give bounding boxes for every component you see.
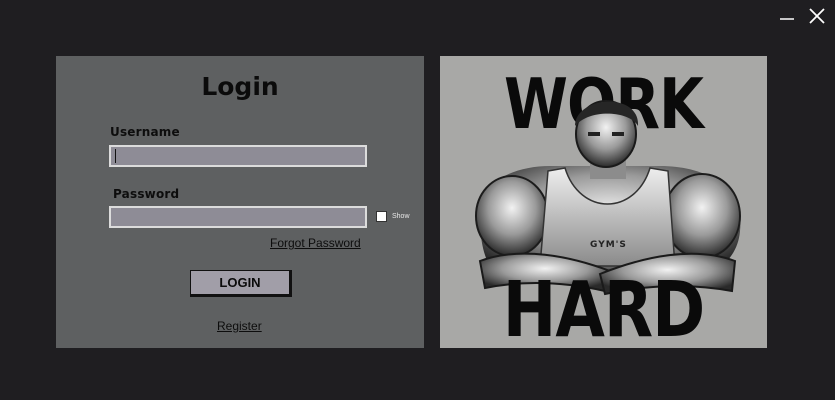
minimize-button[interactable]	[777, 6, 797, 26]
password-label: Password	[113, 187, 180, 201]
password-input[interactable]	[109, 206, 367, 228]
window-controls	[777, 6, 827, 26]
forgot-password-link[interactable]: Forgot Password	[270, 236, 361, 250]
shirt-text: GYM'S	[590, 240, 627, 250]
text-caret	[115, 149, 116, 163]
login-panel: Login Username Password Show Forgot Pass…	[56, 56, 424, 348]
poster-bottom-text: HARD	[502, 266, 706, 348]
show-password-label: Show	[392, 213, 410, 220]
login-button[interactable]: LOGIN	[190, 270, 292, 297]
register-link[interactable]: Register	[217, 319, 262, 333]
username-input[interactable]	[109, 145, 367, 167]
close-button[interactable]	[807, 6, 827, 26]
close-icon	[809, 8, 825, 24]
show-password-checkbox[interactable]	[376, 211, 387, 222]
motivational-poster: WORK GY	[440, 56, 767, 348]
minimize-icon	[780, 18, 794, 20]
login-title: Login	[201, 72, 279, 101]
username-label: Username	[110, 125, 180, 139]
